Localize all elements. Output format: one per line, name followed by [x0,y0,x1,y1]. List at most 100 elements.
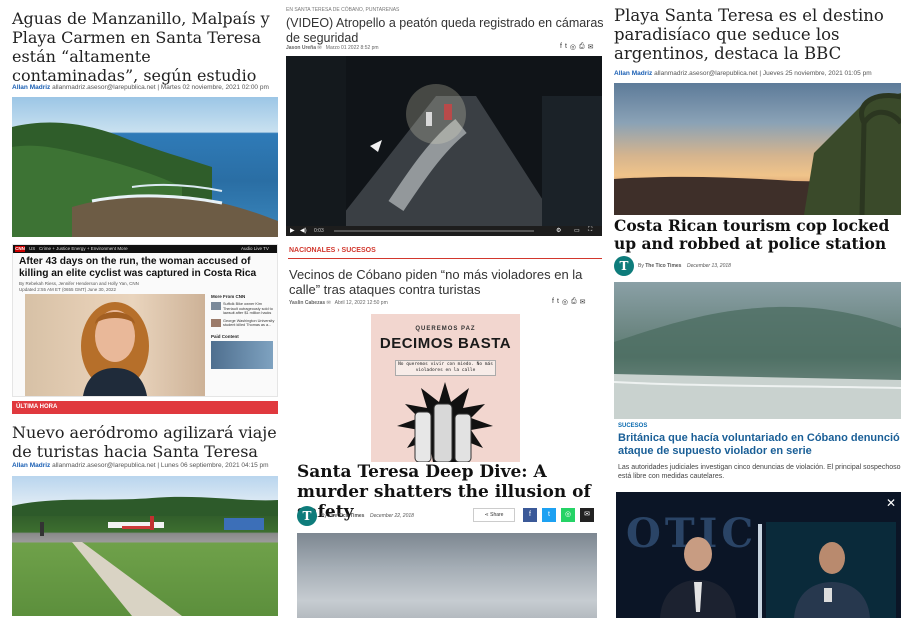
protest-poster: QUEREMOS PAZ DECIMOS BASTA No queremos v… [371,314,520,462]
article-kicker: EN SANTA TERESA DE CÓBANO, PUNTARENAS [286,7,400,13]
subsection-link[interactable]: SUCESOS [342,247,376,254]
news-anchors-illustration [660,522,896,618]
cnn-nav-right[interactable]: Audio Live TV [241,246,269,252]
poster-headline: DECIMOS BASTA [379,335,512,352]
article-title-britanica[interactable]: Británica que hacía voluntariado en Cóba… [618,432,901,457]
raised-fists-illustration [397,382,493,462]
close-icon[interactable]: ✕ [884,496,898,510]
coastline-photo [12,97,278,237]
facebook-icon[interactable]: f [560,43,562,51]
breaking-news-banner: ÚLTIMA HORA [12,401,278,414]
article-meta: Allan Madriz allanmadriz.asesor@larepubl… [614,70,901,77]
cnn-side-item[interactable]: Suffolk Bike owner Kim Theriault outrage… [211,302,277,316]
article-date: | Jueves 25 noviembre, 2021 01:05 pm [759,70,872,77]
author-email: allanmadriz.asesor@larepublica.net [52,84,156,91]
cnn-side-heading: More From CNN [211,294,246,299]
airstrip-photo [12,476,278,616]
tico-times-logo[interactable]: T [614,256,634,276]
tico-byline: By The Tico Times December 22, 2018 [321,513,414,519]
author-link[interactable]: Allan Madriz [614,70,652,77]
cnn-paid-heading: Paid Content [211,333,239,339]
poster-subtext: No queremos vivir con miedo. No más viol… [395,360,496,376]
cnn-article-screenshot[interactable]: CNN US Crime + Justice Energy + Environm… [12,244,278,397]
fullscreen-icon[interactable]: ⛶ [588,227,592,234]
cnn-topbar: CNN US Crime + Justice Energy + Environm… [13,245,277,253]
article-meta: Allan Madriz allanmadriz.asesor@larepubl… [12,84,278,91]
print-icon[interactable]: ⎙ [571,298,577,306]
twitter-icon[interactable]: t [557,298,559,306]
security-camera-video[interactable]: ▶ ◀) 0:03 ⚙ ▭ ⛶ [286,56,602,236]
settings-icon[interactable]: ⚙ [556,227,561,234]
share-label: Share [490,512,504,518]
misty-beach-photo [614,282,901,419]
by-label: By [638,263,644,269]
video-controls: ▶ ◀) 0:03 ⚙ ▭ ⛶ [286,226,602,236]
cnn-paid-thumb[interactable] [211,340,273,369]
email-icon[interactable]: ✉ [588,43,594,51]
whatsapp-icon[interactable]: ◎ [570,43,576,51]
email-icon[interactable]: ✉ [580,298,586,306]
share-icons: f t ◎ ⎙ ✉ [552,298,586,306]
beach-sunset-photo [614,83,901,215]
email-share-button[interactable]: ✉ [580,508,594,522]
share-icons: f t ◎ ⎙ ✉ [560,43,594,51]
author-name[interactable]: Yaslin Cabezas [289,300,325,306]
share-button[interactable]: ⋖ Share [473,508,515,522]
author-link[interactable]: Allan Madriz [12,462,50,469]
mail-icon[interactable]: ✉ [317,45,321,51]
article-title-atropello[interactable]: (VIDEO) Atropello a peatón queda registr… [286,16,606,46]
pip-icon[interactable]: ▭ [574,227,580,234]
article-title-contaminadas[interactable]: Aguas de Manzanillo, Malpaís y Playa Car… [12,9,278,85]
volume-icon[interactable]: ◀) [300,227,307,234]
portrait-illustration [81,302,149,396]
author-email: allanmadriz.asesor@larepublica.net [52,462,156,469]
article-date: | Martes 02 noviembre, 2021 02:00 pm [157,84,269,91]
cnn-logo[interactable]: CNN [15,246,25,252]
article-title-playa-santa-teresa[interactable]: Playa Santa Teresa es el destino paradis… [614,6,901,63]
article-date: December 13, 2018 [687,263,731,269]
street-night-illustration [286,56,602,236]
whatsapp-icon[interactable]: ◎ [562,298,568,306]
misty-hills-illustration [614,306,901,419]
facebook-share-button[interactable]: f [523,508,537,522]
section-label[interactable]: SUCESOS [618,423,647,429]
author-link[interactable]: The Tico Times [645,263,681,269]
cnn-updated: Updated 2:55 AM ET (0655 GMT) June 30, 2… [19,287,116,292]
section-divider [288,258,602,259]
author-email: allanmadriz.asesor@larepublica.net [654,70,758,77]
cnn-nav: US Crime + Justice Energy + Environment … [29,246,128,252]
section-link[interactable]: NACIONALES [289,247,335,254]
video-progress-bar[interactable] [334,230,534,232]
cnn-byline: By Rebekah Riess, Jennifer Henderson and… [19,281,189,293]
article-summary: Las autoridades judiciales investigan ci… [618,464,901,480]
mail-icon[interactable]: ✉ [327,300,331,306]
article-title-aerodromo[interactable]: Nuevo aeródromo agilizará viaje de turis… [12,423,278,461]
cnn-headline[interactable]: After 43 days on the run, the woman accu… [19,256,277,280]
news-video-player[interactable]: OTIC ✕ [616,492,901,618]
facebook-icon[interactable]: f [552,298,554,306]
cnn-region[interactable]: US [29,246,35,251]
tico-times-logo[interactable]: T [297,506,317,526]
cnn-nav-links[interactable]: Crime + Justice Energy + Environment Mor… [39,246,128,251]
by-label: By [321,513,327,519]
play-icon[interactable]: ▶ [290,227,295,234]
twitter-share-button[interactable]: t [542,508,556,522]
chevron-right-icon: › [337,247,340,254]
twitter-icon[interactable]: t [565,43,567,51]
article-meta: Yaslin Cabezas ✉ Abril 12, 2022 12:50 pm [289,300,489,306]
tico-byline: By The Tico Times December 13, 2018 [638,263,731,269]
sunset-palms-illustration [614,93,901,215]
author-link[interactable]: Allan Madriz [12,84,50,91]
article-date: Abril 12, 2022 12:50 pm [334,300,388,306]
author-name[interactable]: Jason Ureña [286,45,316,51]
whatsapp-share-button[interactable]: ◎ [561,508,575,522]
article-meta: Allan Madriz allanmadriz.asesor@larepubl… [12,462,278,469]
cnn-side-item[interactable]: George Washington University student kil… [211,318,277,328]
print-icon[interactable]: ⎙ [579,43,585,51]
cnn-side-text: George Washington University student kil… [223,318,275,328]
article-title-tourism-cop[interactable]: Costa Rican tourism cop locked up and ro… [614,217,901,253]
article-title-violadores[interactable]: Vecinos de Cóbano piden “no más violador… [289,267,603,297]
article-date: | Lunes 06 septiembre, 2021 04:15 pm [157,462,269,469]
coastline-illustration [12,122,278,237]
author-link[interactable]: The Tico Times [328,513,364,519]
